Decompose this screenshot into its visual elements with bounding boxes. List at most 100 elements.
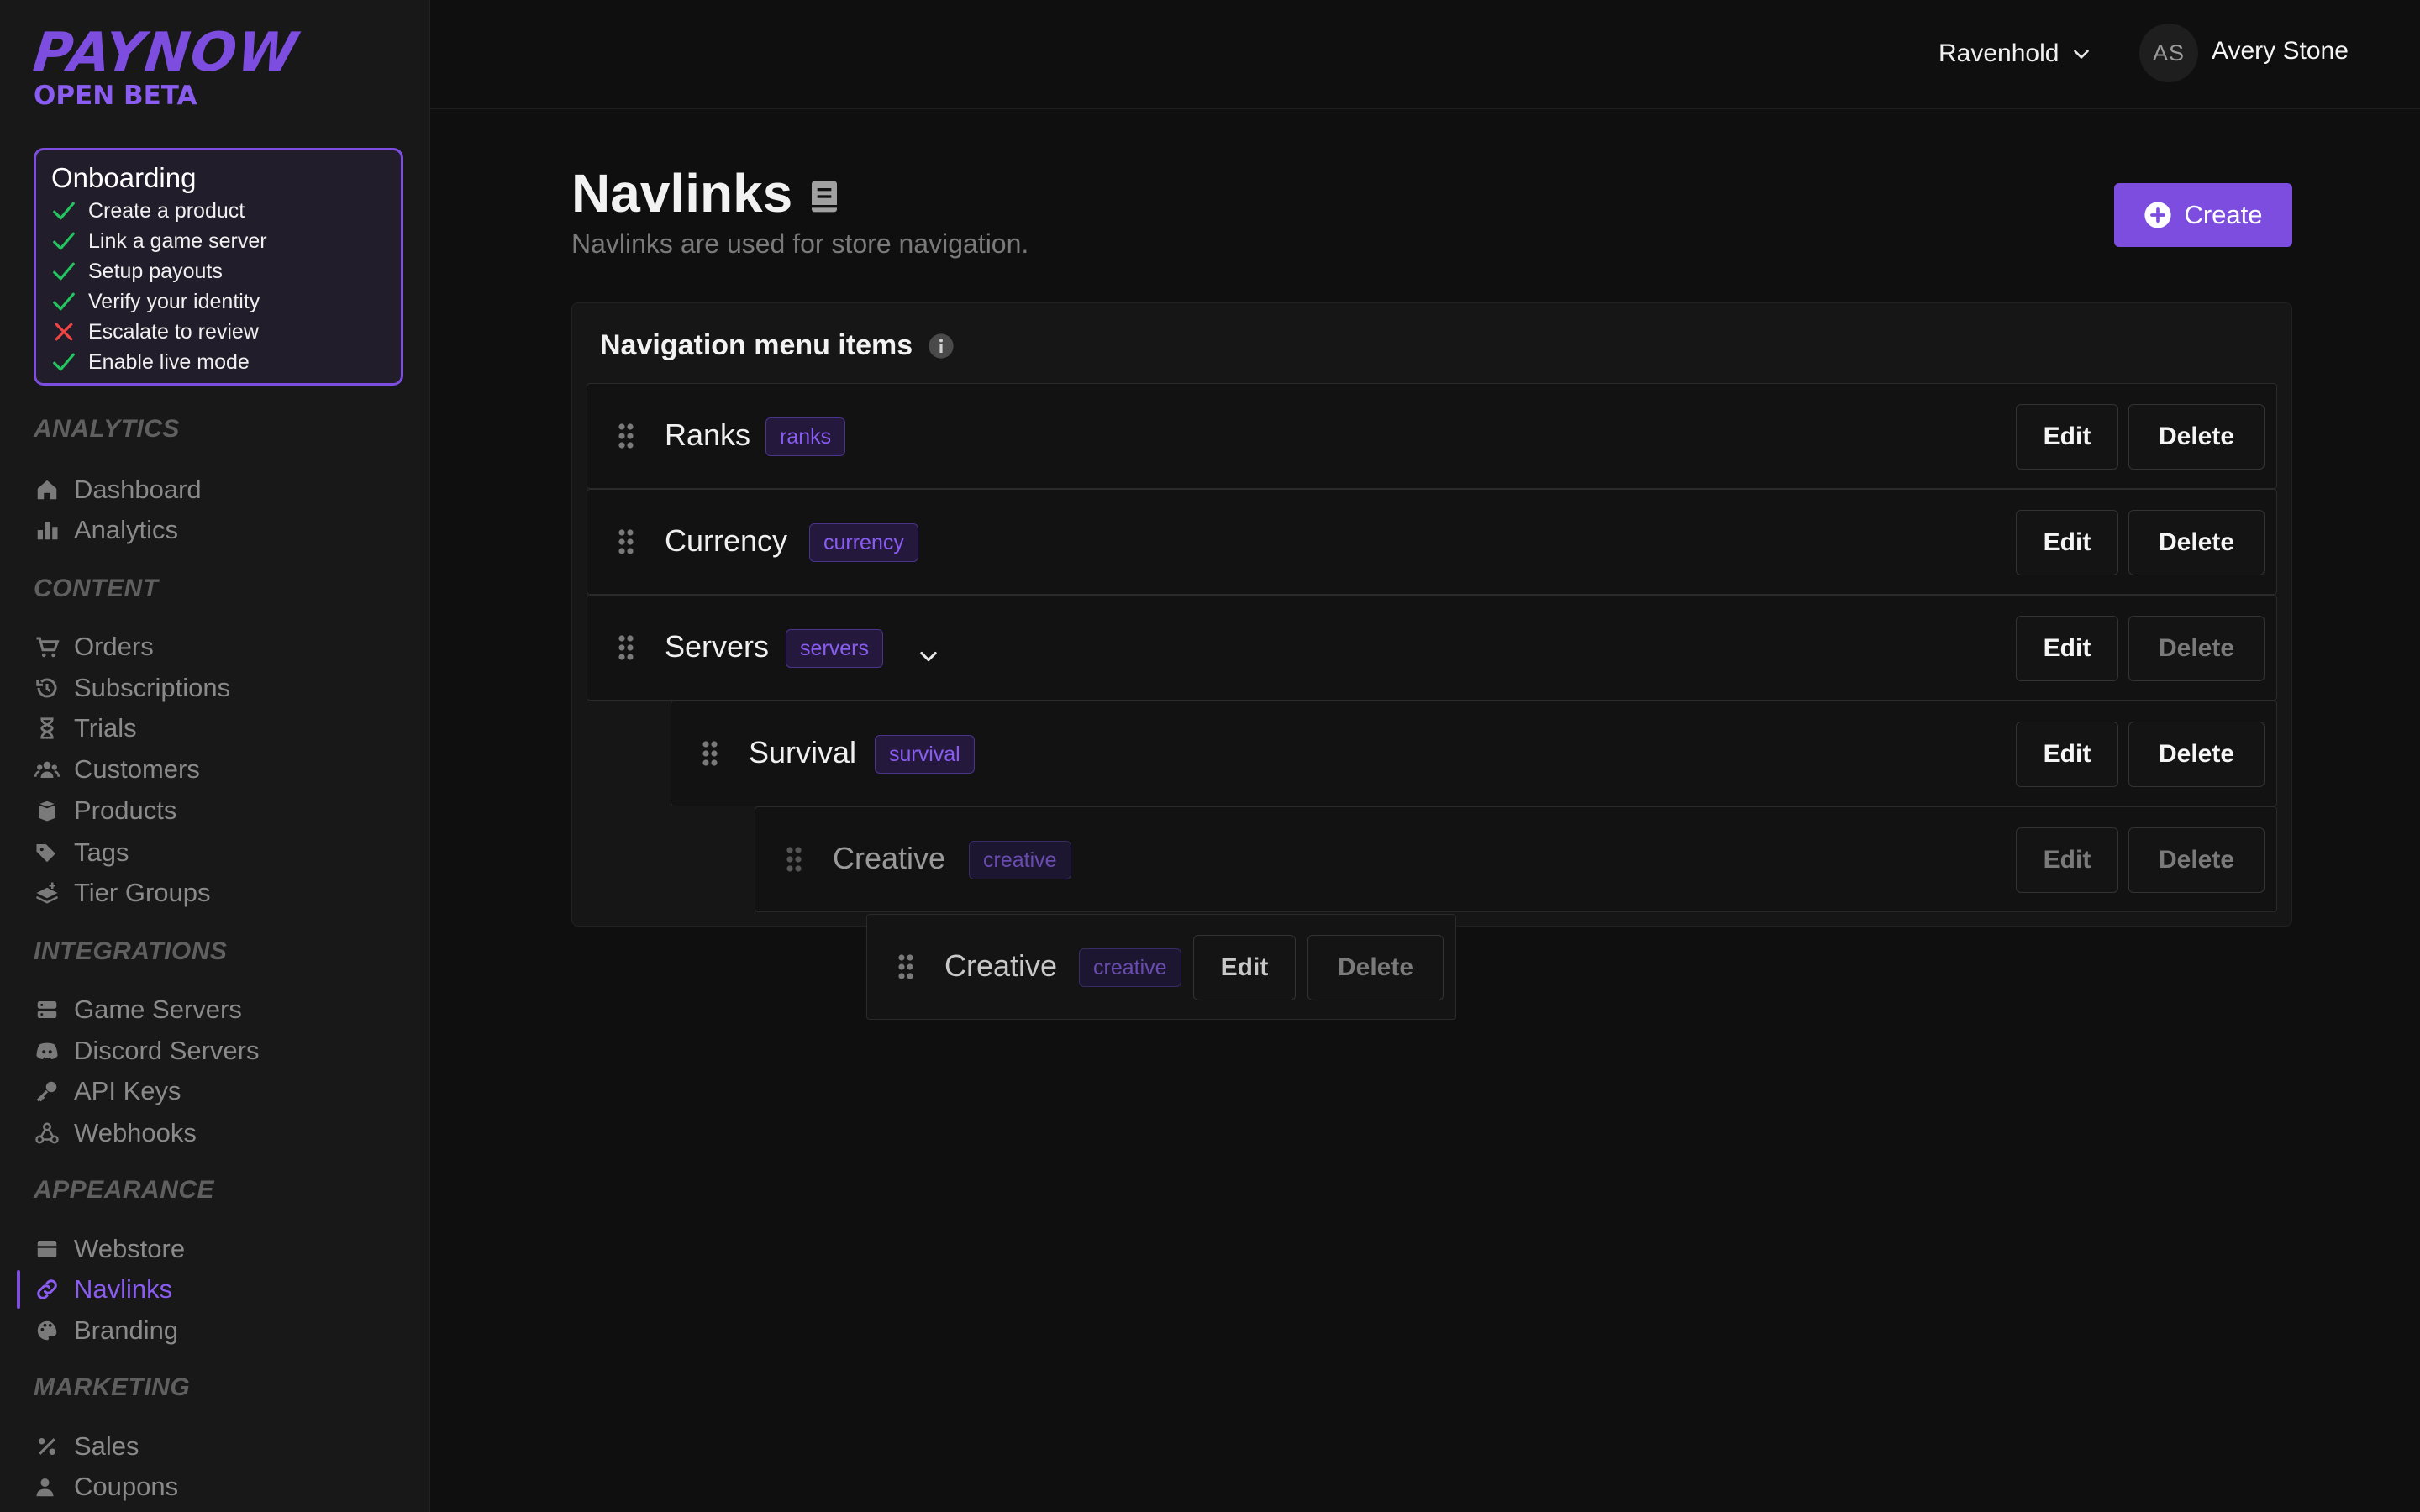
sidebar-item-tags[interactable]: Tags: [34, 836, 129, 869]
store-selector[interactable]: Ravenhold: [1939, 37, 2092, 71]
sidebar-item-webhooks[interactable]: Webhooks: [34, 1116, 197, 1150]
palette-icon: [34, 1317, 60, 1344]
logo[interactable]: PAYNOW OPEN BETA: [30, 22, 301, 111]
navlink-drop-placeholder-row: Creative creative Edit Delete: [755, 806, 2277, 912]
sidebar-item-label: Sales: [74, 1431, 139, 1461]
edit-button[interactable]: Edit: [2016, 404, 2118, 470]
link-icon: [34, 1276, 60, 1303]
sidebar-item-analytics[interactable]: Analytics: [34, 513, 178, 547]
user-name[interactable]: Avery Stone: [2212, 37, 2349, 66]
navlink-name: Servers: [665, 629, 770, 664]
drag-handle-icon[interactable]: [618, 528, 634, 555]
check-icon: [53, 232, 75, 250]
sidebar-item-tier-groups[interactable]: Tier Groups: [34, 876, 211, 910]
server-icon: [34, 996, 60, 1023]
avatar[interactable]: AS: [2139, 24, 2198, 82]
history-icon: [34, 675, 60, 701]
edit-button[interactable]: Edit: [2016, 616, 2118, 681]
card-title: Navigation menu items: [600, 329, 955, 362]
navlink-name: Creative: [833, 841, 946, 875]
create-label: Create: [2184, 200, 2263, 229]
sidebar-item-orders[interactable]: Orders: [34, 630, 154, 664]
sidebar-item-trials[interactable]: Trials: [34, 711, 137, 745]
sidebar-item-label: Subscriptions: [74, 673, 231, 702]
sidebar-item-webstore[interactable]: Webstore: [34, 1232, 185, 1266]
user-tag-icon: [34, 1473, 60, 1500]
drag-handle-icon[interactable]: [618, 423, 634, 449]
delete-button[interactable]: Delete: [2128, 510, 2265, 575]
sidebar-item-label: Analytics: [74, 515, 179, 544]
navlink-row[interactable]: Servers servers Edit Delete: [587, 595, 2277, 701]
tags-icon: [34, 839, 60, 866]
onboarding-item-label: Verify your identity: [88, 289, 260, 313]
create-button[interactable]: Create: [2114, 183, 2292, 247]
info-icon[interactable]: [928, 333, 955, 360]
drag-handle-icon[interactable]: [897, 953, 914, 980]
drag-handle-icon[interactable]: [702, 740, 718, 767]
home-icon: [34, 476, 60, 503]
sidebar-item-discord-servers[interactable]: Discord Servers: [34, 1034, 260, 1068]
plus-circle-icon: [2144, 202, 2172, 228]
sidebar-item-sales[interactable]: Sales: [34, 1430, 139, 1463]
sidebar-item-label: Tags: [74, 837, 129, 867]
onboarding-item-label: Escalate to review: [88, 319, 259, 344]
cart-icon: [34, 633, 60, 660]
sidebar-item-label: Webhooks: [74, 1118, 197, 1147]
sidebar-item-navlinks[interactable]: Navlinks: [34, 1273, 172, 1306]
delete-button[interactable]: Delete: [2128, 616, 2265, 681]
percent-icon: [34, 1433, 60, 1460]
sidebar-item-products[interactable]: Products: [34, 794, 176, 827]
sidebar-item-label: API Keys: [74, 1076, 182, 1105]
chevron-down-icon[interactable]: [917, 644, 940, 668]
navlink-slug-badge: ranks: [765, 417, 846, 456]
users-icon: [34, 756, 60, 783]
navlink-slug-badge: creative: [1079, 948, 1181, 987]
delete-button[interactable]: Delete: [2128, 404, 2265, 470]
check-icon: [53, 202, 75, 220]
onboarding-panel: Onboarding Create a product Link a game …: [34, 148, 403, 386]
delete-button[interactable]: Delete: [2128, 722, 2265, 787]
sidebar-item-game-servers[interactable]: Game Servers: [34, 993, 242, 1026]
navlink-name: Survival: [749, 735, 857, 769]
delete-button[interactable]: Delete: [1307, 935, 1444, 1000]
onboarding-item-label: Setup payouts: [88, 259, 223, 283]
sidebar-item-label: Branding: [74, 1315, 179, 1345]
check-icon: [53, 353, 75, 371]
layers-icon: [34, 879, 60, 906]
sidebar-item-coupons[interactable]: Coupons: [34, 1470, 178, 1504]
edit-button[interactable]: Edit: [1193, 935, 1296, 1000]
sidebar-item-label: Customers: [74, 754, 200, 784]
edit-button[interactable]: Edit: [2016, 722, 2118, 787]
navlink-slug-badge: survival: [875, 735, 975, 774]
sidebar-item-label: Orders: [74, 632, 154, 661]
onboarding-item-label: Enable live mode: [88, 349, 250, 374]
navlink-slug-badge: servers: [786, 629, 883, 668]
sidebar-item-dashboard[interactable]: Dashboard: [34, 473, 202, 507]
sidebar-item-label: Trials: [74, 713, 137, 743]
sidebar-item-api-keys[interactable]: API Keys: [34, 1074, 182, 1108]
dragging-navlink-item[interactable]: Creative creative Edit Delete: [866, 914, 1456, 1020]
sidebar-item-branding[interactable]: Branding: [34, 1314, 178, 1347]
sidebar-item-label: Products: [74, 795, 177, 825]
navlink-slug-badge: currency: [809, 523, 918, 562]
edit-button[interactable]: Edit: [2016, 510, 2118, 575]
sidebar-item-customers[interactable]: Customers: [34, 753, 200, 786]
section-marketing: MARKETING: [34, 1373, 191, 1401]
navlink-row[interactable]: Ranks ranks Edit Delete: [587, 383, 2277, 489]
box-icon: [34, 797, 60, 824]
sidebar-item-subscriptions[interactable]: Subscriptions: [34, 671, 230, 705]
onboarding-item: Setup payouts: [51, 256, 386, 286]
sidebar-item-label: Webstore: [74, 1234, 186, 1263]
webhook-icon: [34, 1120, 60, 1147]
store-name: Ravenhold: [1939, 39, 2060, 67]
check-icon: [53, 292, 75, 311]
section-appearance: APPEARANCE: [34, 1176, 215, 1204]
section-integrations: INTEGRATIONS: [34, 937, 228, 965]
navlink-child-row[interactable]: Survival survival Edit Delete: [671, 701, 2277, 806]
book-icon[interactable]: [810, 180, 839, 213]
drag-handle-icon[interactable]: [618, 634, 634, 661]
sidebar-item-label: Game Servers: [74, 995, 242, 1024]
navlink-row[interactable]: Currency currency Edit Delete: [587, 489, 2277, 595]
x-icon: [55, 323, 73, 341]
sidebar-item-label: Tier Groups: [74, 878, 211, 907]
